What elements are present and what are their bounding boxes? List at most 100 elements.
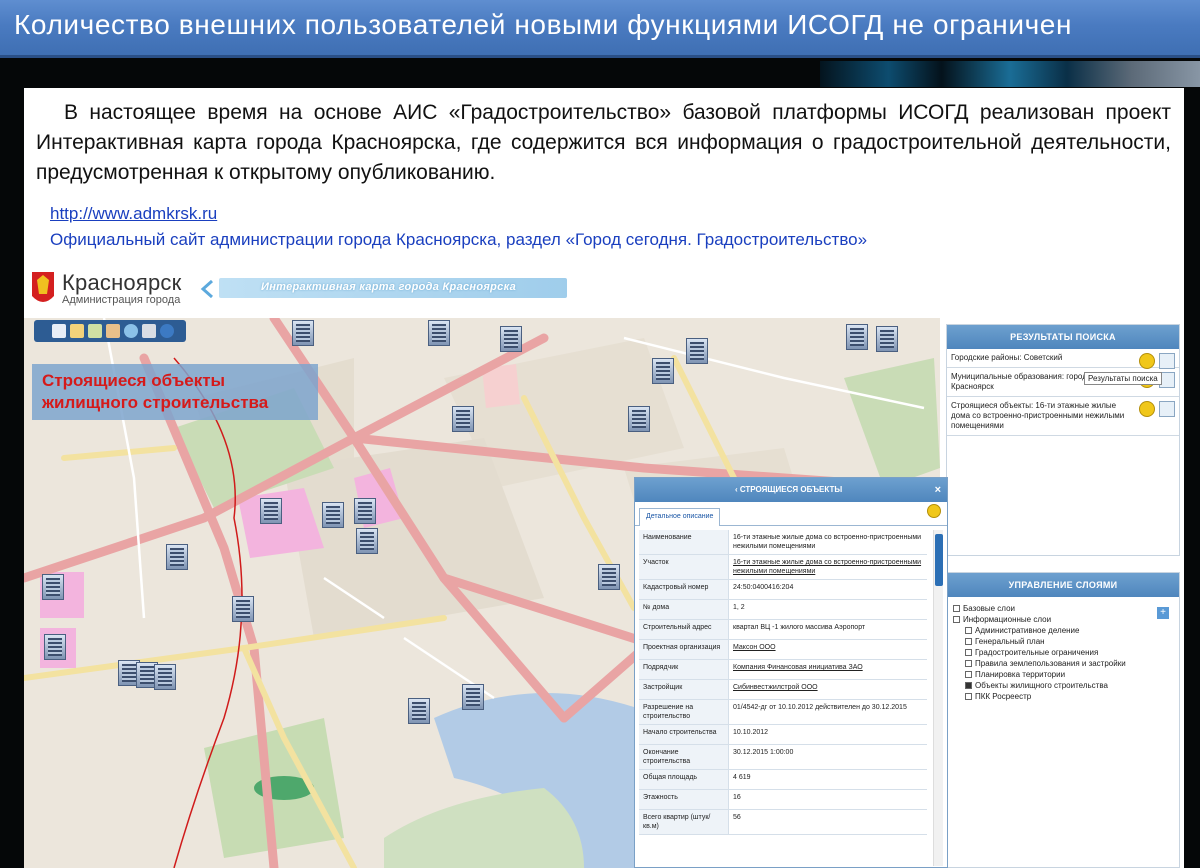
layers-header: УПРАВЛЕНИЕ СЛОЯМИ (947, 573, 1179, 597)
expand-icon[interactable] (965, 649, 972, 656)
layer-item[interactable]: Базовые слои (953, 603, 1173, 614)
checkbox-checked-icon[interactable] (965, 682, 972, 689)
detail-value[interactable]: 16-ти этажные жилые дома со встроенно-пр… (729, 555, 927, 579)
search-icon[interactable] (52, 324, 66, 338)
building-marker-icon[interactable] (292, 320, 314, 346)
edit-icon[interactable] (88, 324, 102, 338)
expand-icon[interactable] (965, 627, 972, 634)
objects-tabs: Детальное описание (635, 502, 947, 526)
brand[interactable]: Красноярск Администрация города (62, 270, 181, 306)
building-marker-icon[interactable] (452, 406, 474, 432)
detail-row: Застройщик Сибинвестжилстрой ООО (639, 680, 927, 700)
building-marker-icon[interactable] (500, 326, 522, 352)
building-marker-icon[interactable] (260, 498, 282, 524)
building-marker-icon[interactable] (42, 574, 64, 600)
website-description-link[interactable]: Официальный сайт администрации города Кр… (50, 230, 867, 250)
building-marker-icon[interactable] (462, 684, 484, 710)
close-icon[interactable]: × (935, 478, 941, 502)
detail-value: квартал ВЦ -1 жилого массива Аэропорт (733, 624, 866, 631)
print-icon[interactable] (142, 324, 156, 338)
chevron-left-icon[interactable]: ‹ (735, 478, 738, 502)
layer-item[interactable]: Градостроительные ограничения (953, 647, 1173, 658)
detail-value[interactable]: Максон ООО (729, 640, 927, 659)
layer-item[interactable]: Генеральный план (953, 636, 1173, 647)
globe-icon[interactable] (124, 324, 138, 338)
detail-key: Строительный адрес (639, 620, 729, 639)
detail-row: Разрешение на строительство 01/4542-дг от… (639, 700, 927, 725)
building-marker-icon[interactable] (628, 406, 650, 432)
tab-detailed-description[interactable]: Детальное описание (639, 508, 721, 526)
layer-tree: Базовые слои Информационные слои Админис… (947, 597, 1179, 708)
building-marker-icon[interactable] (354, 498, 376, 524)
objects-header: ‹ СТРОЯЩИЕСЯ ОБЪЕКТЫ × (635, 478, 947, 502)
map-toolbar (34, 320, 186, 342)
building-marker-icon[interactable] (166, 544, 188, 570)
expand-icon[interactable] (965, 671, 972, 678)
building-marker-icon[interactable] (846, 324, 868, 350)
building-marker-icon[interactable] (44, 634, 66, 660)
lightbulb-icon[interactable] (1139, 353, 1155, 369)
collapse-icon[interactable] (953, 616, 960, 623)
detail-row: Строительный адрес квартал ВЦ -1 жилого м… (639, 620, 927, 640)
building-marker-icon[interactable] (154, 664, 176, 690)
building-marker-icon[interactable] (876, 326, 898, 352)
building-marker-icon[interactable] (322, 502, 344, 528)
details-scrollbar[interactable] (933, 530, 943, 866)
layer-item[interactable]: Административное деление (953, 625, 1173, 636)
building-marker-icon[interactable] (232, 596, 254, 622)
document-icon[interactable] (1159, 353, 1175, 369)
building-marker-icon[interactable] (356, 528, 378, 554)
layer-item[interactable]: Информационные слои (953, 614, 1173, 625)
website-link[interactable]: http://www.admkrsk.ru (50, 204, 217, 224)
detail-row: Общая площадь 4 619 (639, 770, 927, 790)
detail-key: Застройщик (639, 680, 729, 699)
document-icon[interactable] (1159, 401, 1175, 417)
lightbulb-icon[interactable] (1139, 401, 1155, 417)
objects-title: СТРОЯЩИЕСЯ ОБЪЕКТЫ (739, 485, 843, 494)
map-label-line1: Строящиеся объекты (42, 371, 226, 390)
result-item-text: Городские районы: Советский (951, 353, 1063, 362)
detail-value: 10.10.2012 (733, 729, 769, 736)
expand-icon[interactable] (965, 660, 972, 667)
slide-title-bar: Количество внешних пользователей новыми … (0, 0, 1200, 58)
decorative-strip (820, 61, 1200, 87)
building-marker-icon[interactable] (598, 564, 620, 590)
search-results-header: РЕЗУЛЬТАТЫ ПОИСКА (947, 325, 1179, 349)
detail-value[interactable]: Сибинвестжилстрой ООО (729, 680, 927, 699)
expand-icon[interactable] (965, 638, 972, 645)
expand-icon[interactable] (965, 693, 972, 700)
result-item[interactable]: Строящиеся объекты: 16-ти этажные жилые … (947, 397, 1179, 436)
expand-icon[interactable] (953, 605, 960, 612)
building-marker-icon[interactable] (686, 338, 708, 364)
building-marker-icon[interactable] (408, 698, 430, 724)
result-item[interactable]: Городские районы: Советский (947, 349, 1179, 369)
app-header: Красноярск Администрация города Интеракт… (24, 266, 1184, 318)
add-layer-button[interactable]: + (1157, 607, 1169, 619)
map-layer-label: Строящиеся объекты жилищного строительст… (32, 364, 318, 420)
detail-row: № дома 1, 2 (639, 600, 927, 620)
layer-item[interactable]: ПКК Росреестр (953, 691, 1173, 702)
layer-item[interactable]: Объекты жилищного строительства (953, 680, 1173, 691)
detail-row: Начало строительства 10.10.2012 (639, 725, 927, 745)
presentation-slide: Количество внешних пользователей новыми … (0, 0, 1200, 868)
scrollbar-thumb[interactable] (935, 534, 943, 586)
layers-icon[interactable] (70, 324, 84, 338)
detail-key: Кадастровый номер (639, 580, 729, 599)
building-marker-icon[interactable] (428, 320, 450, 346)
detail-key: Начало строительства (639, 725, 729, 744)
detail-key: Окончание строительства (639, 745, 729, 769)
detail-value: 16 (733, 794, 741, 801)
detail-key: Проектная организация (639, 640, 729, 659)
detail-value: 01/4542-дг от 10.10.2012 действителен до… (733, 704, 907, 711)
object-details-table: Наименование 16-ти этажные жилые дома со … (639, 530, 927, 835)
slide-title: Количество внешних пользователей новыми … (14, 9, 1073, 40)
building-marker-icon[interactable] (652, 358, 674, 384)
detail-key: Общая площадь (639, 770, 729, 789)
layer-item[interactable]: Правила землепользования и застройки (953, 658, 1173, 669)
help-icon[interactable] (160, 324, 174, 338)
detail-value: 16-ти этажные жилые дома со встроенно-пр… (733, 534, 922, 550)
ruler-icon[interactable] (106, 324, 120, 338)
detail-value[interactable]: Компания Финансовая инициатива ЗАО (729, 660, 927, 679)
layer-item[interactable]: Планировка территории (953, 669, 1173, 680)
lightbulb-icon[interactable] (927, 504, 941, 518)
